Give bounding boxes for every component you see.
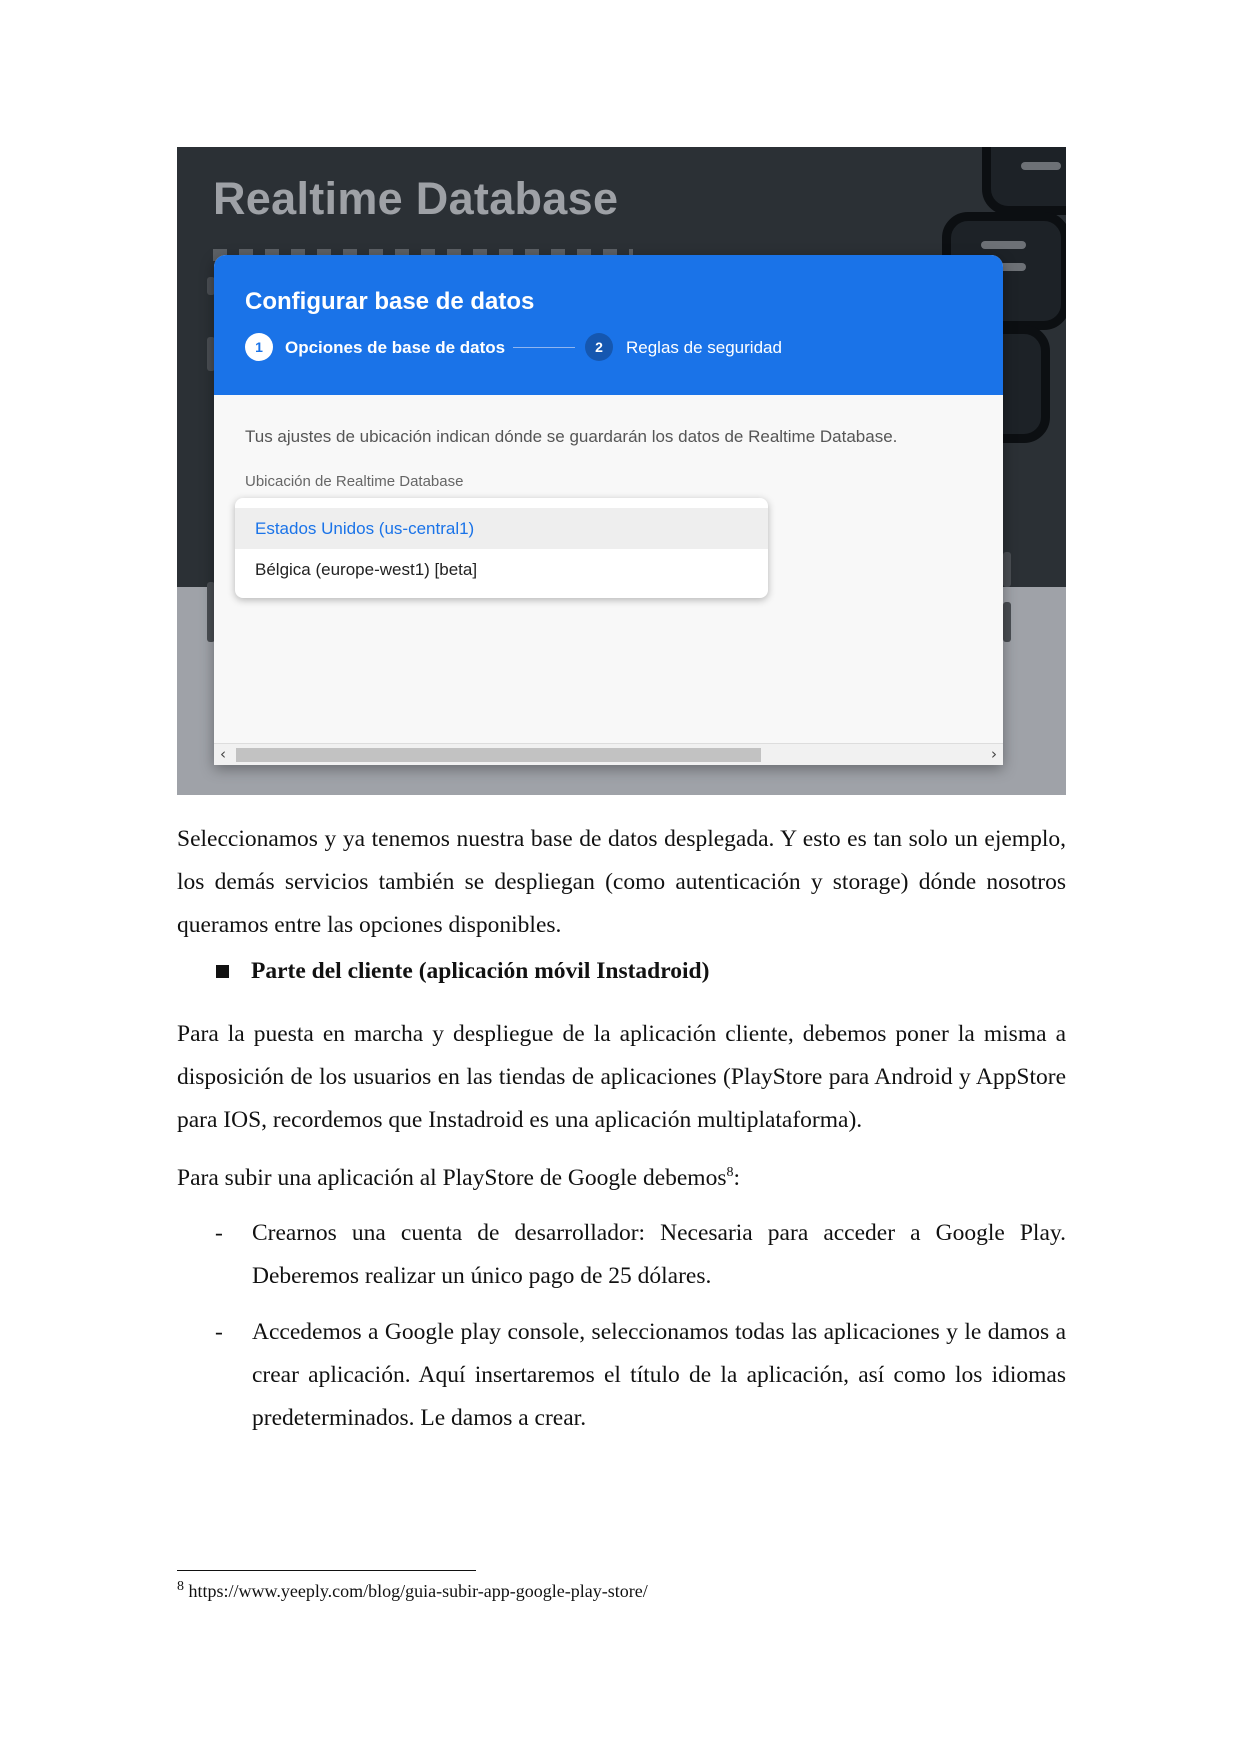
stepper-connector [513, 347, 575, 348]
background-title: Realtime Database [213, 173, 619, 224]
background-edge [1003, 552, 1011, 587]
background-edge [1003, 602, 1011, 642]
dialog-title: Configurar base de datos [245, 288, 535, 315]
configure-database-dialog: Configurar base de datos 1 Opciones de b… [214, 255, 1003, 765]
footnote: 8 https://www.yeeply.com/blog/guia-subir… [177, 1579, 648, 1602]
list-dash: - [215, 1319, 223, 1345]
section-heading: Parte del cliente (aplicación móvil Inst… [216, 958, 709, 985]
list-item-text: Crearnos una cuenta de desarrollador: Ne… [252, 1220, 1066, 1289]
footnote-separator [177, 1570, 476, 1571]
footnote-url[interactable]: https://www.yeeply.com/blog/guia-subir-a… [184, 1581, 648, 1601]
step-2-indicator[interactable]: 2 [585, 333, 613, 361]
scroll-left-icon[interactable]: ‹ [220, 745, 226, 763]
footnote-reference: 8 [726, 1165, 734, 1181]
step-2-label[interactable]: Reglas de seguridad [626, 338, 782, 358]
step-1-label[interactable]: Opciones de base de datos [285, 338, 505, 358]
paragraph-client-deployment: Para la puesta en marcha y despliegue de… [177, 1021, 1066, 1133]
option-us-central1[interactable]: Estados Unidos (us-central1) [235, 508, 768, 549]
decorative-db-icon [982, 147, 1066, 215]
footnote-number: 8 [177, 1579, 184, 1594]
screenshot-figure: Realtime Database Configurar base de dat… [177, 147, 1066, 795]
dialog-header: Configurar base de datos 1 Opciones de b… [214, 255, 1003, 395]
horizontal-scrollbar[interactable]: ‹ › [214, 743, 1003, 765]
step-1-indicator[interactable]: 1 [245, 333, 273, 361]
location-field-label: Ubicación de Realtime Database [245, 473, 464, 490]
list-dash: - [215, 1220, 223, 1246]
scroll-right-icon[interactable]: › [991, 745, 997, 763]
location-description: Tus ajustes de ubicación indican dónde s… [245, 427, 898, 446]
playstore-intro-colon: : [733, 1165, 741, 1191]
list-item: - Accedemos a Google play console, selec… [177, 1311, 1066, 1440]
location-dropdown-menu[interactable]: Estados Unidos (us-central1) Bélgica (eu… [235, 498, 768, 598]
scrollbar-thumb[interactable] [236, 748, 761, 762]
list-item: - Crearnos una cuenta de desarrollador: … [177, 1212, 1066, 1298]
option-europe-west1[interactable]: Bélgica (europe-west1) [beta] [235, 549, 768, 590]
stepper: 1 Opciones de base de datos 2 Reglas de … [245, 331, 985, 363]
paragraph-database-deployed: Seleccionamos y ya tenemos nuestra base … [177, 826, 1066, 938]
section-heading-text: Parte del cliente (aplicación móvil Inst… [251, 958, 710, 984]
playstore-intro-text: Para subir una aplicación al PlayStore d… [177, 1165, 727, 1191]
paragraph-playstore-intro: Para subir una aplicación al PlayStore d… [177, 1157, 1066, 1200]
list-item-text: Accedemos a Google play console, selecci… [252, 1319, 1066, 1431]
square-bullet-icon [216, 965, 229, 978]
